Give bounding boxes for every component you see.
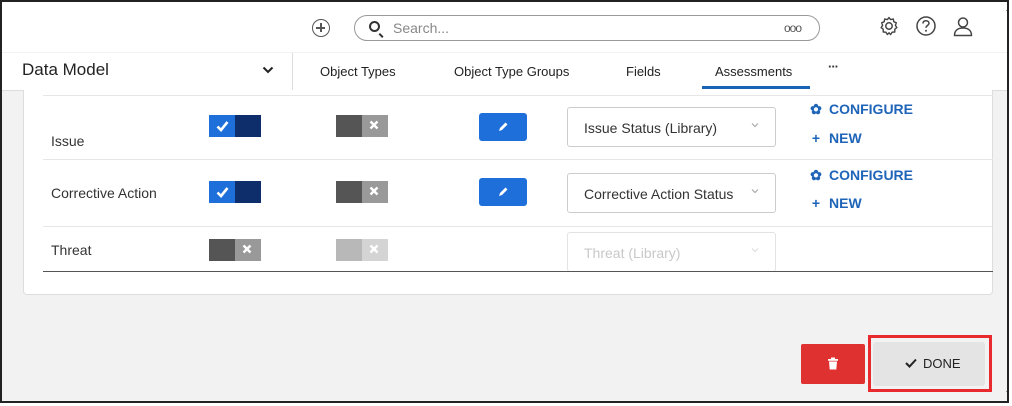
chevron-down-icon — [751, 123, 759, 128]
edit-button[interactable] — [479, 178, 527, 206]
chevron-down-icon — [751, 248, 759, 253]
plus-icon: + — [811, 195, 821, 211]
add-icon[interactable] — [312, 19, 330, 37]
divider — [43, 226, 993, 227]
divider — [292, 53, 293, 90]
select-value: Issue Status (Library) — [584, 120, 718, 136]
enable-toggle[interactable] — [209, 239, 261, 261]
status-select[interactable]: Corrective Action Status — [567, 173, 776, 213]
scroll-down-icon[interactable] — [1006, 390, 1009, 396]
secondary-toggle[interactable] — [336, 181, 388, 203]
row-name: Corrective Action — [51, 185, 157, 201]
configure-link[interactable]: ✿ CONFIGURE — [809, 101, 913, 118]
search-placeholder: Search... — [393, 20, 450, 36]
select-value: Threat (Library) — [584, 245, 681, 261]
chevron-down-icon[interactable] — [262, 65, 274, 75]
top-bar: Search... ooo — [2, 2, 1007, 52]
select-value: Corrective Action Status — [584, 186, 734, 202]
tab-more-icon[interactable]: ··· — [828, 59, 839, 74]
chevron-down-icon — [751, 189, 759, 194]
active-tab-indicator — [702, 86, 810, 89]
settings-icon[interactable] — [878, 15, 900, 37]
scroll-up-icon[interactable] — [1006, 6, 1009, 12]
user-icon[interactable] — [952, 15, 974, 37]
close-icon — [369, 244, 379, 254]
enable-toggle[interactable] — [209, 181, 261, 203]
plus-icon: + — [811, 130, 821, 146]
check-icon — [216, 187, 229, 198]
row-name: Issue — [51, 133, 85, 149]
app-window: Search... ooo Data Model Object Types Ob… — [0, 0, 1009, 403]
delete-button[interactable] — [801, 344, 865, 384]
search-icon — [369, 21, 380, 32]
secondary-toggle[interactable] — [336, 115, 388, 137]
search-input[interactable]: Search... ooo — [354, 15, 820, 41]
highlight-box — [868, 335, 992, 392]
new-link[interactable]: + NEW — [809, 130, 862, 146]
assessments-card: Issue Issue Status (Library) ✿ CONFIGURE … — [23, 90, 993, 295]
data-model-nav: Data Model Object Types Object Type Grou… — [2, 53, 1007, 91]
check-icon — [216, 121, 229, 132]
tab-object-type-groups[interactable]: Object Type Groups — [454, 64, 569, 79]
pencil-icon — [499, 187, 508, 196]
gear-icon: ✿ — [810, 101, 822, 117]
configure-link[interactable]: ✿ CONFIGURE — [809, 167, 913, 184]
tab-assessments[interactable]: Assessments — [715, 64, 792, 79]
pencil-icon — [499, 122, 508, 131]
status-select[interactable]: Issue Status (Library) — [567, 107, 776, 147]
close-icon — [369, 120, 379, 130]
status-select: Threat (Library) — [567, 232, 776, 272]
close-icon — [369, 186, 379, 196]
edit-button[interactable] — [479, 113, 527, 141]
close-icon — [242, 244, 252, 254]
row-name: Threat — [51, 242, 92, 258]
search-options-icon[interactable]: ooo — [784, 21, 802, 35]
tab-object-types[interactable]: Object Types — [320, 64, 396, 79]
divider — [43, 159, 993, 160]
trash-icon — [828, 357, 838, 370]
scrollbar-thumb[interactable] — [1007, 306, 1009, 380]
new-link[interactable]: + NEW — [809, 195, 862, 211]
help-icon[interactable] — [915, 15, 937, 37]
tab-fields[interactable]: Fields — [626, 64, 661, 79]
gear-icon: ✿ — [810, 167, 822, 183]
divider — [43, 271, 993, 272]
enable-toggle[interactable] — [209, 115, 261, 137]
divider — [43, 95, 993, 96]
page-title: Data Model — [22, 60, 109, 79]
secondary-toggle — [336, 239, 388, 261]
